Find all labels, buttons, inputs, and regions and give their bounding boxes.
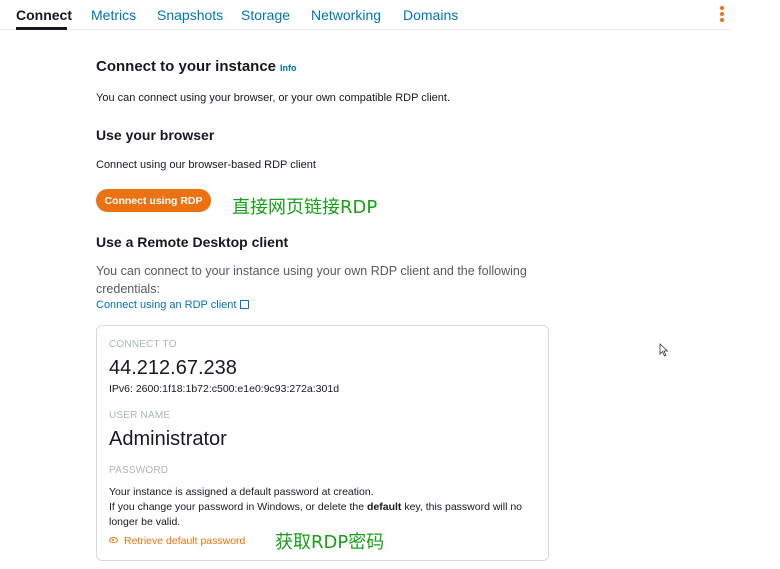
retrieve-password-link[interactable]: Retrieve default password <box>109 535 245 547</box>
tab-domains[interactable]: Domains <box>403 6 458 24</box>
password-help: Your instance is assigned a default pass… <box>109 485 539 530</box>
tab-networking[interactable]: Networking <box>311 6 381 24</box>
tab-connect[interactable]: Connect <box>16 6 72 24</box>
ip-address: 44.212.67.238 <box>109 357 237 379</box>
connect-to-label: CONNECT TO <box>109 339 177 350</box>
retrieve-password-label: Retrieve default password <box>124 535 246 547</box>
browser-annotation: 直接网页链接RDP <box>232 197 378 218</box>
password-annotation: 获取RDP密码 <box>275 532 385 553</box>
username-label: USER NAME <box>109 410 171 421</box>
rdp-client-desc: You can connect to your instance using y… <box>96 264 527 296</box>
password-help-line1: Your instance is assigned a default pass… <box>109 486 374 498</box>
tab-metrics[interactable]: Metrics <box>91 6 136 24</box>
rdp-client-heading: Use a Remote Desktop client <box>96 234 289 250</box>
username-value: Administrator <box>109 428 227 450</box>
info-link[interactable]: Info <box>280 63 297 73</box>
credentials-card: CONNECT TO 44.212.67.238 IPv6: 2600:1f18… <box>96 325 549 561</box>
password-label: PASSWORD <box>109 465 169 476</box>
connect-heading: Connect to your instance Info <box>96 58 297 75</box>
ipv6-address: IPv6: 2600:1f18:1b72:c500:e1e0:9c93:272a… <box>109 383 340 395</box>
mouse-cursor-icon <box>659 343 669 357</box>
active-tab-indicator <box>16 27 67 30</box>
password-help-text-a: If you change your password in Windows, … <box>109 501 367 513</box>
connect-title: Connect to your instance <box>96 58 277 75</box>
tab-snapshots[interactable]: Snapshots <box>157 6 223 24</box>
tab-bar: Connect Metrics Snapshots Storage Networ… <box>0 0 732 30</box>
rdp-client-link[interactable]: Connect using an RDP client <box>96 299 250 311</box>
connect-intro: You can connect using your browser, or y… <box>96 92 451 104</box>
connect-using-rdp-button[interactable]: Connect using RDP <box>96 189 211 212</box>
browser-heading: Use your browser <box>96 127 215 143</box>
password-help-bold: default <box>366 501 402 513</box>
kebab-vertical-icon[interactable] <box>719 6 725 22</box>
eye-icon <box>109 537 118 543</box>
external-link-icon <box>240 300 250 309</box>
tab-storage[interactable]: Storage <box>241 6 290 24</box>
password-help-line2: If you change your password in Windows, … <box>109 500 539 530</box>
browser-desc: Connect using our browser-based RDP clie… <box>96 159 316 171</box>
rdp-client-link-label: Connect using an RDP client <box>96 299 237 311</box>
